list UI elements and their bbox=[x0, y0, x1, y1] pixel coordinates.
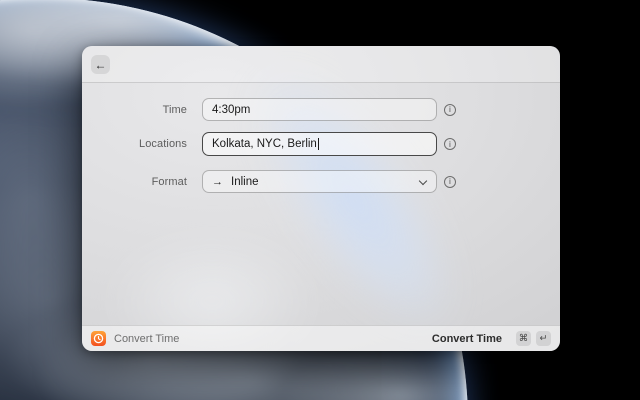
info-glyph: i bbox=[449, 105, 451, 114]
app-window: ← Time 4:30pm i Locations Kolkata, NYC, … bbox=[82, 46, 560, 351]
app-name: Convert Time bbox=[114, 333, 179, 345]
action-bar: Convert Time Convert Time ⌘ ↵ bbox=[82, 325, 560, 351]
arrow-right-icon: → bbox=[212, 176, 223, 188]
command-key-icon: ⌘ bbox=[516, 331, 531, 346]
format-label: Format bbox=[82, 176, 187, 188]
locations-label: Locations bbox=[82, 138, 187, 150]
clock-icon bbox=[91, 331, 106, 346]
desktop: ← Time 4:30pm i Locations Kolkata, NYC, … bbox=[0, 0, 640, 400]
clock-app-icon bbox=[91, 331, 106, 346]
info-glyph: i bbox=[449, 140, 451, 149]
locations-value: Kolkata, NYC, Berlin bbox=[212, 138, 317, 150]
window-header: ← bbox=[82, 46, 560, 83]
time-value: 4:30pm bbox=[212, 104, 250, 116]
time-input[interactable]: 4:30pm bbox=[202, 98, 437, 121]
primary-action-button[interactable]: Convert Time bbox=[432, 333, 502, 345]
chevron-down-icon bbox=[420, 177, 427, 184]
time-label: Time bbox=[82, 104, 187, 116]
locations-info-icon[interactable]: i bbox=[444, 138, 456, 150]
field-row-time: Time 4:30pm i bbox=[82, 98, 560, 121]
back-button[interactable]: ← bbox=[91, 55, 110, 74]
format-value: Inline bbox=[231, 176, 259, 188]
field-row-format: Format → Inline i bbox=[82, 170, 560, 193]
window-translucency-glow bbox=[166, 46, 544, 351]
time-info-icon[interactable]: i bbox=[444, 104, 456, 116]
field-row-locations: Locations Kolkata, NYC, Berlin i bbox=[82, 132, 560, 156]
format-dropdown[interactable]: → Inline bbox=[202, 170, 437, 193]
back-arrow-icon: ← bbox=[95, 59, 107, 71]
format-info-icon[interactable]: i bbox=[444, 176, 456, 188]
locations-input[interactable]: Kolkata, NYC, Berlin bbox=[202, 132, 437, 156]
info-glyph: i bbox=[449, 177, 451, 186]
text-caret bbox=[318, 138, 319, 150]
return-key-icon: ↵ bbox=[536, 331, 551, 346]
